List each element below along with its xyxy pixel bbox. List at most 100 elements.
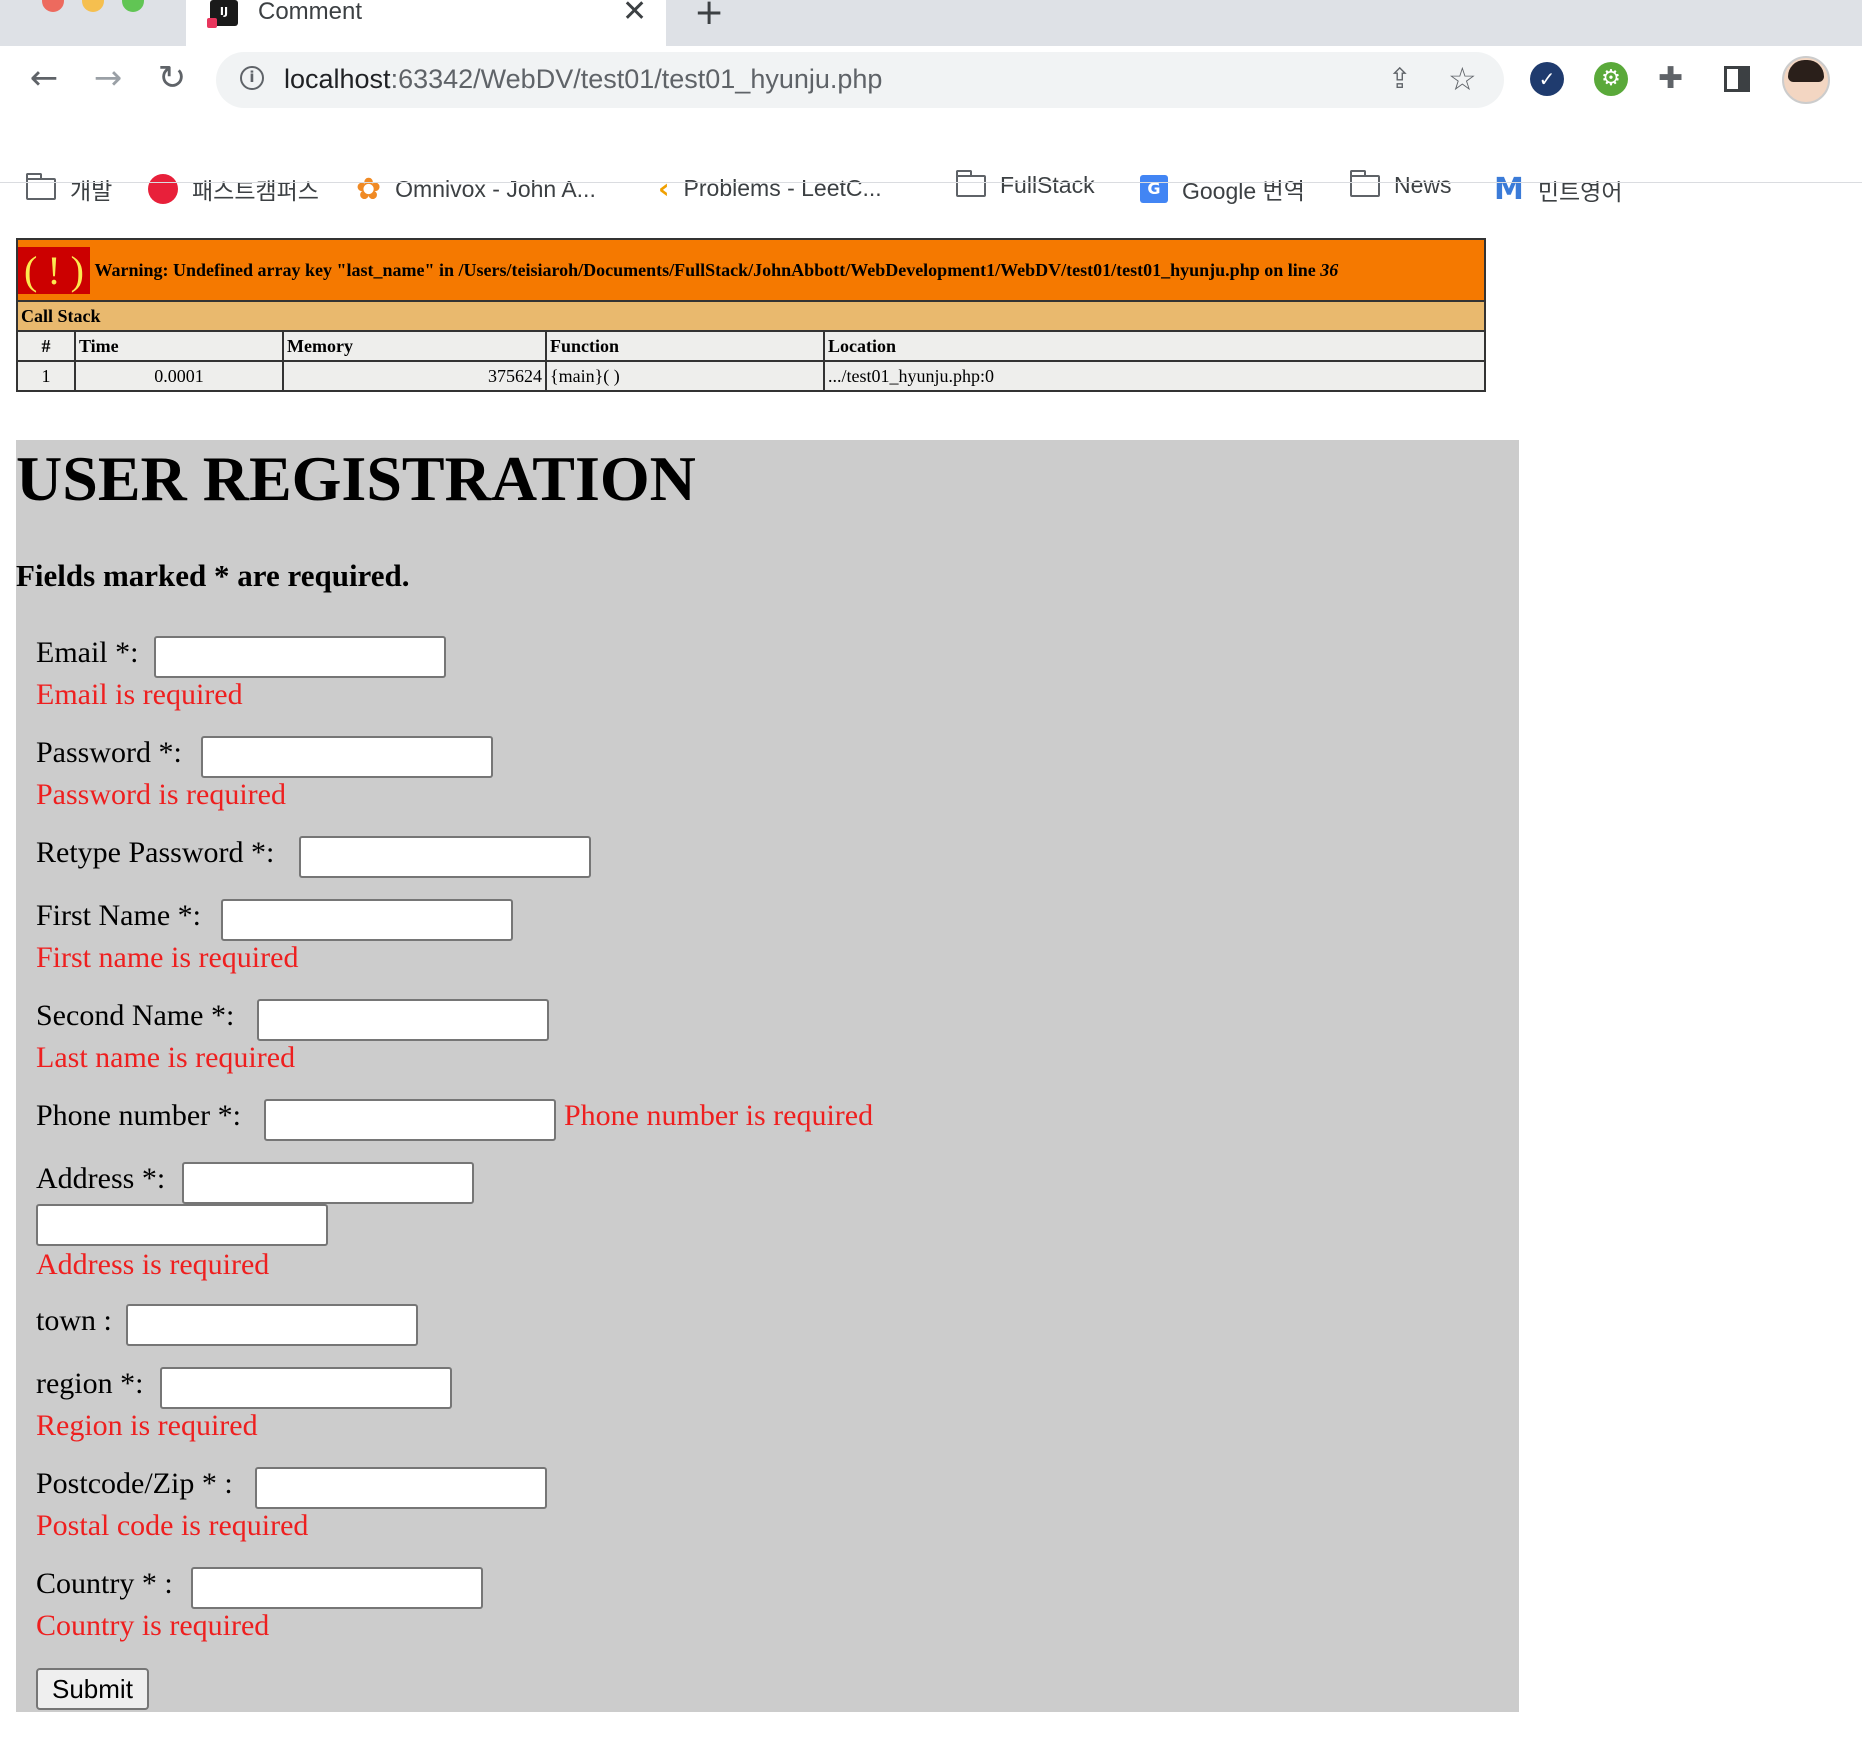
- folder-icon: [1350, 169, 1380, 197]
- second-name-label: Second Name *:: [36, 999, 235, 1032]
- close-window-button[interactable]: [42, 0, 64, 12]
- password-error: Password is required: [36, 778, 286, 811]
- gear-extension-icon[interactable]: ⚙: [1594, 62, 1628, 96]
- call-stack-row: 1 0.0001 375624 {main}( ) .../test01_hyu…: [16, 360, 1486, 392]
- warning-bang-icon: ( ! ): [18, 246, 90, 294]
- checkmark-extension-icon[interactable]: ✓: [1530, 62, 1564, 96]
- url-text[interactable]: localhost:63342/WebDV/test01/test01_hyun…: [284, 64, 882, 95]
- extensions-puzzle-icon[interactable]: ✚: [1658, 62, 1692, 96]
- call-stack-header: Call Stack: [16, 300, 1486, 332]
- col-header-num: #: [16, 330, 76, 362]
- first-name-label: First Name *:: [36, 899, 201, 932]
- cell-function: {main}( ): [545, 360, 825, 392]
- email-field[interactable]: [154, 636, 446, 678]
- bookmark-item[interactable]: FullStack: [956, 169, 1095, 199]
- bookmark-label: News: [1394, 172, 1452, 198]
- address-error: Address is required: [36, 1248, 270, 1281]
- tab-close-icon[interactable]: ✕: [622, 0, 647, 29]
- mint-icon: M: [1494, 172, 1524, 207]
- region-field[interactable]: [160, 1367, 452, 1409]
- new-tab-icon[interactable]: +: [694, 0, 724, 33]
- active-tab[interactable]: IJ Comment ✕: [186, 0, 666, 46]
- password-field[interactable]: [201, 736, 493, 778]
- bookmark-item[interactable]: M 민트영어: [1494, 172, 1623, 207]
- col-header-time: Time: [74, 330, 284, 362]
- bookmark-item[interactable]: ✿ Omnivox - John A...: [356, 172, 596, 207]
- registration-panel: USER REGISTRATION Fields marked * are re…: [16, 440, 1519, 1712]
- bookmarks-bar: 개발 패스트캠퍼스 ✿ Omnivox - John A... ‹ Problems…: [0, 146, 1862, 210]
- bookmark-item[interactable]: G Google 번역: [1140, 172, 1305, 206]
- back-arrow-icon[interactable]: ←: [24, 58, 64, 98]
- cell-num: 1: [16, 360, 76, 392]
- second-name-field[interactable]: [257, 999, 549, 1041]
- url-host: localhost: [284, 64, 391, 94]
- address-bar[interactable]: i localhost:63342/WebDV/test01/test01_hy…: [216, 52, 1504, 108]
- warning-text: Warning: Undefined array key "last_name"…: [94, 259, 1321, 280]
- bookmark-item[interactable]: 패스트캠퍼스: [148, 172, 319, 206]
- omnivox-icon: ✿: [356, 172, 382, 207]
- country-field[interactable]: [191, 1567, 483, 1609]
- address-line2-field[interactable]: [36, 1204, 328, 1246]
- reload-icon[interactable]: ↻: [152, 58, 192, 98]
- phone-error: Phone number is required: [564, 1099, 874, 1132]
- warning-line-number: 36: [1320, 259, 1339, 280]
- address-line1-field[interactable]: [182, 1162, 474, 1204]
- town-field[interactable]: [126, 1304, 418, 1346]
- tab-title: Comment: [258, 0, 363, 25]
- warning-row: ( ! ) Warning: Undefined array key "last…: [16, 238, 1486, 302]
- leetcode-icon: ‹: [658, 172, 670, 205]
- country-label: Country * :: [36, 1567, 173, 1600]
- phone-field[interactable]: [264, 1099, 556, 1141]
- zoom-window-button[interactable]: [122, 0, 144, 12]
- cell-time: 0.0001: [74, 360, 284, 392]
- bookmark-item[interactable]: ‹ Problems - LeetC...: [658, 172, 882, 205]
- cell-memory: 375624: [282, 360, 547, 392]
- submit-button[interactable]: Submit: [36, 1668, 149, 1710]
- bookmark-label: Omnivox - John A...: [395, 176, 596, 202]
- col-header-memory: Memory: [282, 330, 547, 362]
- forward-arrow-icon[interactable]: →: [88, 58, 128, 98]
- url-path: :63342/WebDV/test01/test01_hyunju.php: [390, 64, 883, 94]
- col-header-location: Location: [823, 330, 1486, 362]
- minimize-window-button[interactable]: [82, 0, 104, 12]
- postcode-field[interactable]: [255, 1467, 547, 1509]
- town-label: town :: [36, 1304, 112, 1337]
- bookmark-star-icon[interactable]: ☆: [1448, 60, 1477, 98]
- bookmark-label: Problems - LeetC...: [683, 175, 882, 201]
- first-name-error: First name is required: [36, 941, 299, 974]
- bookmark-item[interactable]: News: [1350, 169, 1452, 199]
- region-label: region *:: [36, 1367, 144, 1400]
- cell-location: .../test01_hyunju.php:0: [823, 360, 1486, 392]
- region-error: Region is required: [36, 1409, 258, 1442]
- phone-label: Phone number *:: [36, 1099, 241, 1132]
- browser-toolbar: ← → ↻ i localhost:63342/WebDV/test01/tes…: [0, 46, 1862, 207]
- toolbar-divider: [0, 182, 1862, 183]
- site-info-icon[interactable]: i: [240, 66, 264, 90]
- bookmark-label: 민트영어: [1537, 178, 1623, 205]
- retype-password-label: Retype Password *:: [36, 836, 275, 869]
- bookmark-item[interactable]: 개발: [26, 172, 112, 206]
- email-error: Email is required: [36, 678, 243, 711]
- folder-icon: [956, 169, 986, 197]
- first-name-field[interactable]: [221, 899, 513, 941]
- bookmark-label: Google 번역: [1182, 178, 1305, 204]
- col-header-function: Function: [545, 330, 825, 362]
- bookmark-label: 패스트캠퍼스: [192, 178, 319, 204]
- postcode-error: Postal code is required: [36, 1509, 309, 1542]
- email-label: Email *:: [36, 636, 139, 669]
- password-label: Password *:: [36, 736, 182, 769]
- profile-avatar[interactable]: [1782, 56, 1830, 104]
- country-error: Country is required: [36, 1609, 270, 1642]
- share-icon[interactable]: ⇪: [1388, 62, 1411, 95]
- postcode-label: Postcode/Zip * :: [36, 1467, 233, 1500]
- side-panel-icon[interactable]: [1724, 66, 1750, 92]
- page-title: USER REGISTRATION: [16, 443, 696, 514]
- fastcampus-icon: [148, 174, 178, 204]
- second-name-error: Last name is required: [36, 1041, 296, 1074]
- warning-message: Warning: Undefined array key "last_name"…: [95, 260, 1339, 280]
- intellij-favicon-icon: IJ: [207, 0, 238, 28]
- tab-strip: IJ Comment ✕ +: [0, 0, 1862, 46]
- retype-password-field[interactable]: [299, 836, 591, 878]
- bookmark-label: FullStack: [1000, 172, 1095, 198]
- xdebug-warning-table: ( ! ) Warning: Undefined array key "last…: [16, 238, 1486, 392]
